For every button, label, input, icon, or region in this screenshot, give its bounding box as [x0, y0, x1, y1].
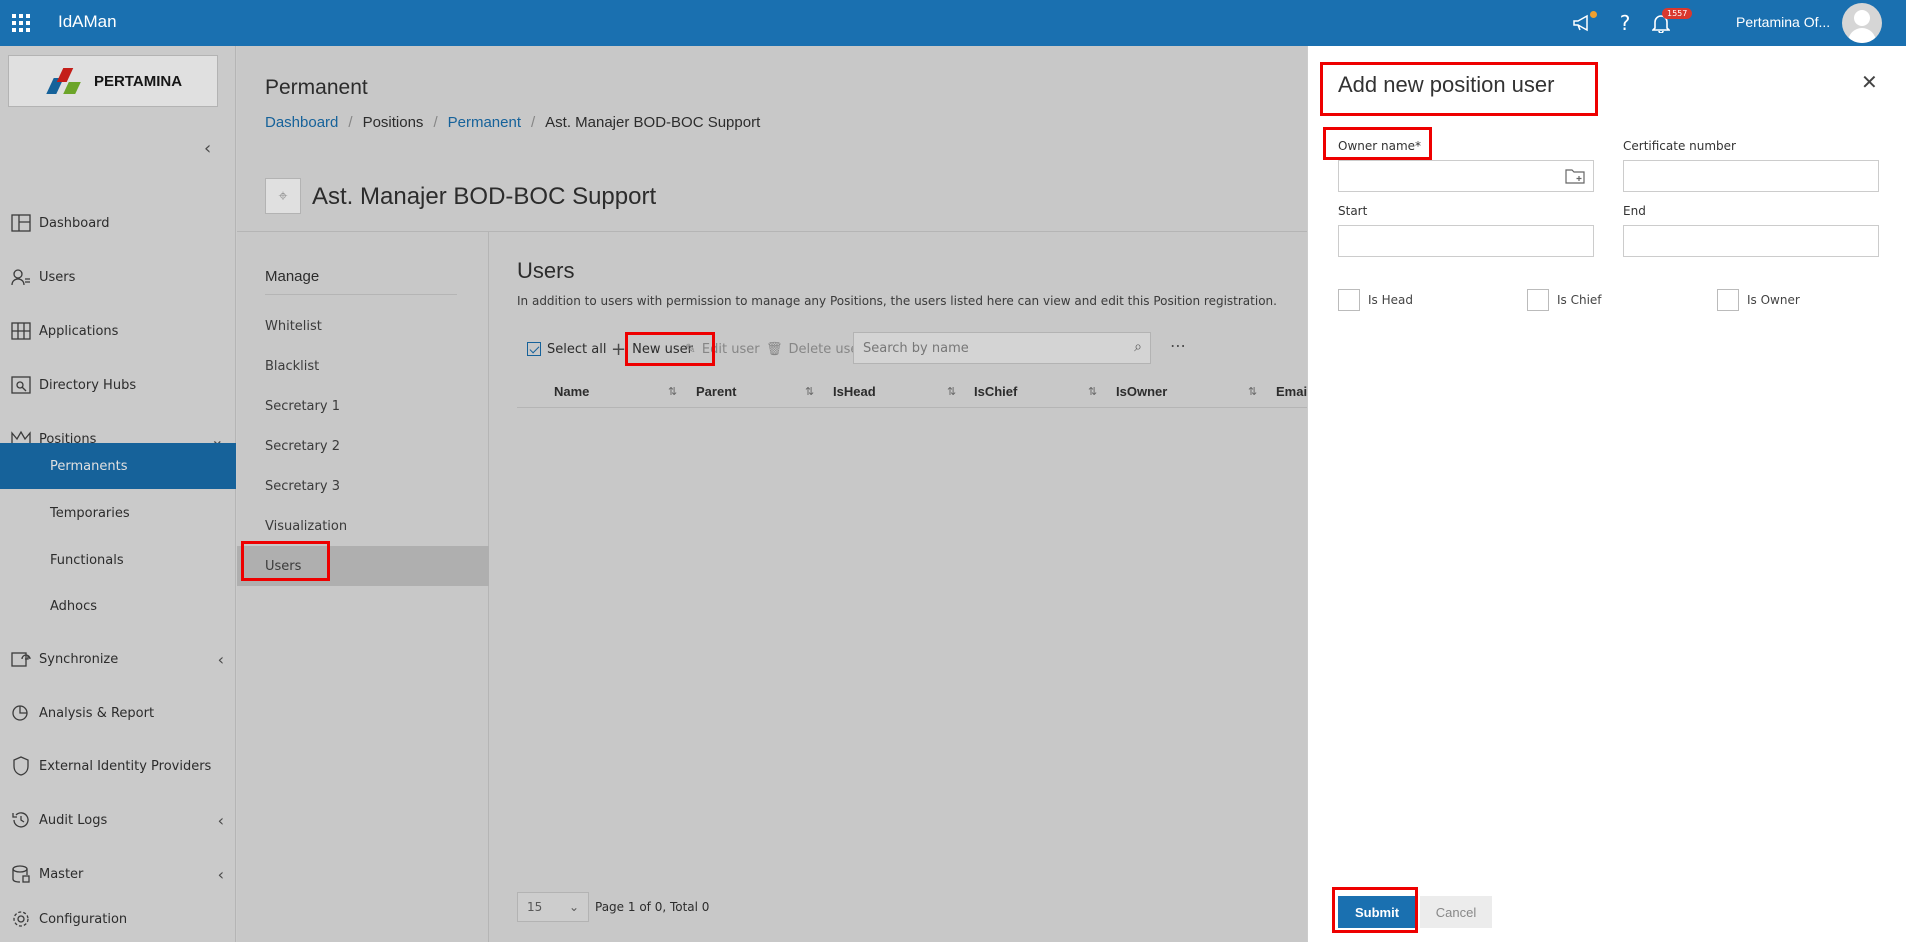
certificate-number-field[interactable]	[1623, 160, 1879, 192]
end-label: End	[1623, 204, 1646, 218]
app-title[interactable]: IdAMan	[58, 12, 117, 32]
top-bar: IdAMan ? 1557 Pertamina Of...	[0, 0, 1906, 46]
is-head-label: Is Head	[1368, 293, 1413, 307]
apps-grid-icon[interactable]	[12, 14, 30, 32]
checkbox-box[interactable]	[1717, 289, 1739, 311]
help-icon[interactable]: ?	[1612, 10, 1638, 36]
folder-icon[interactable]	[1565, 168, 1585, 184]
megaphone-icon[interactable]	[1570, 10, 1597, 36]
is-chief-checkbox[interactable]: Is Chief	[1527, 289, 1602, 311]
add-position-user-drawer: Add new position user ✕ Owner name* Cert…	[1307, 46, 1906, 942]
modal-backdrop[interactable]	[0, 46, 1307, 942]
is-owner-label: Is Owner	[1747, 293, 1800, 307]
owner-name-label: Owner name*	[1338, 139, 1422, 153]
owner-name-field[interactable]	[1338, 160, 1594, 192]
start-label: Start	[1338, 204, 1368, 218]
notification-badge: 1557	[1662, 8, 1693, 19]
certificate-number-label: Certificate number	[1623, 139, 1736, 153]
submit-button[interactable]: Submit	[1338, 896, 1416, 928]
is-owner-checkbox[interactable]: Is Owner	[1717, 289, 1800, 311]
is-head-checkbox[interactable]: Is Head	[1338, 289, 1413, 311]
end-date-field[interactable]	[1623, 225, 1879, 257]
start-date-field[interactable]	[1338, 225, 1594, 257]
close-icon[interactable]: ✕	[1861, 70, 1878, 94]
is-chief-label: Is Chief	[1557, 293, 1602, 307]
checkbox-box[interactable]	[1338, 289, 1360, 311]
user-name[interactable]: Pertamina Of...	[1736, 14, 1830, 30]
cancel-button[interactable]: Cancel	[1420, 896, 1492, 928]
avatar[interactable]	[1842, 3, 1882, 43]
checkbox-box[interactable]	[1527, 289, 1549, 311]
drawer-title: Add new position user	[1338, 72, 1555, 97]
